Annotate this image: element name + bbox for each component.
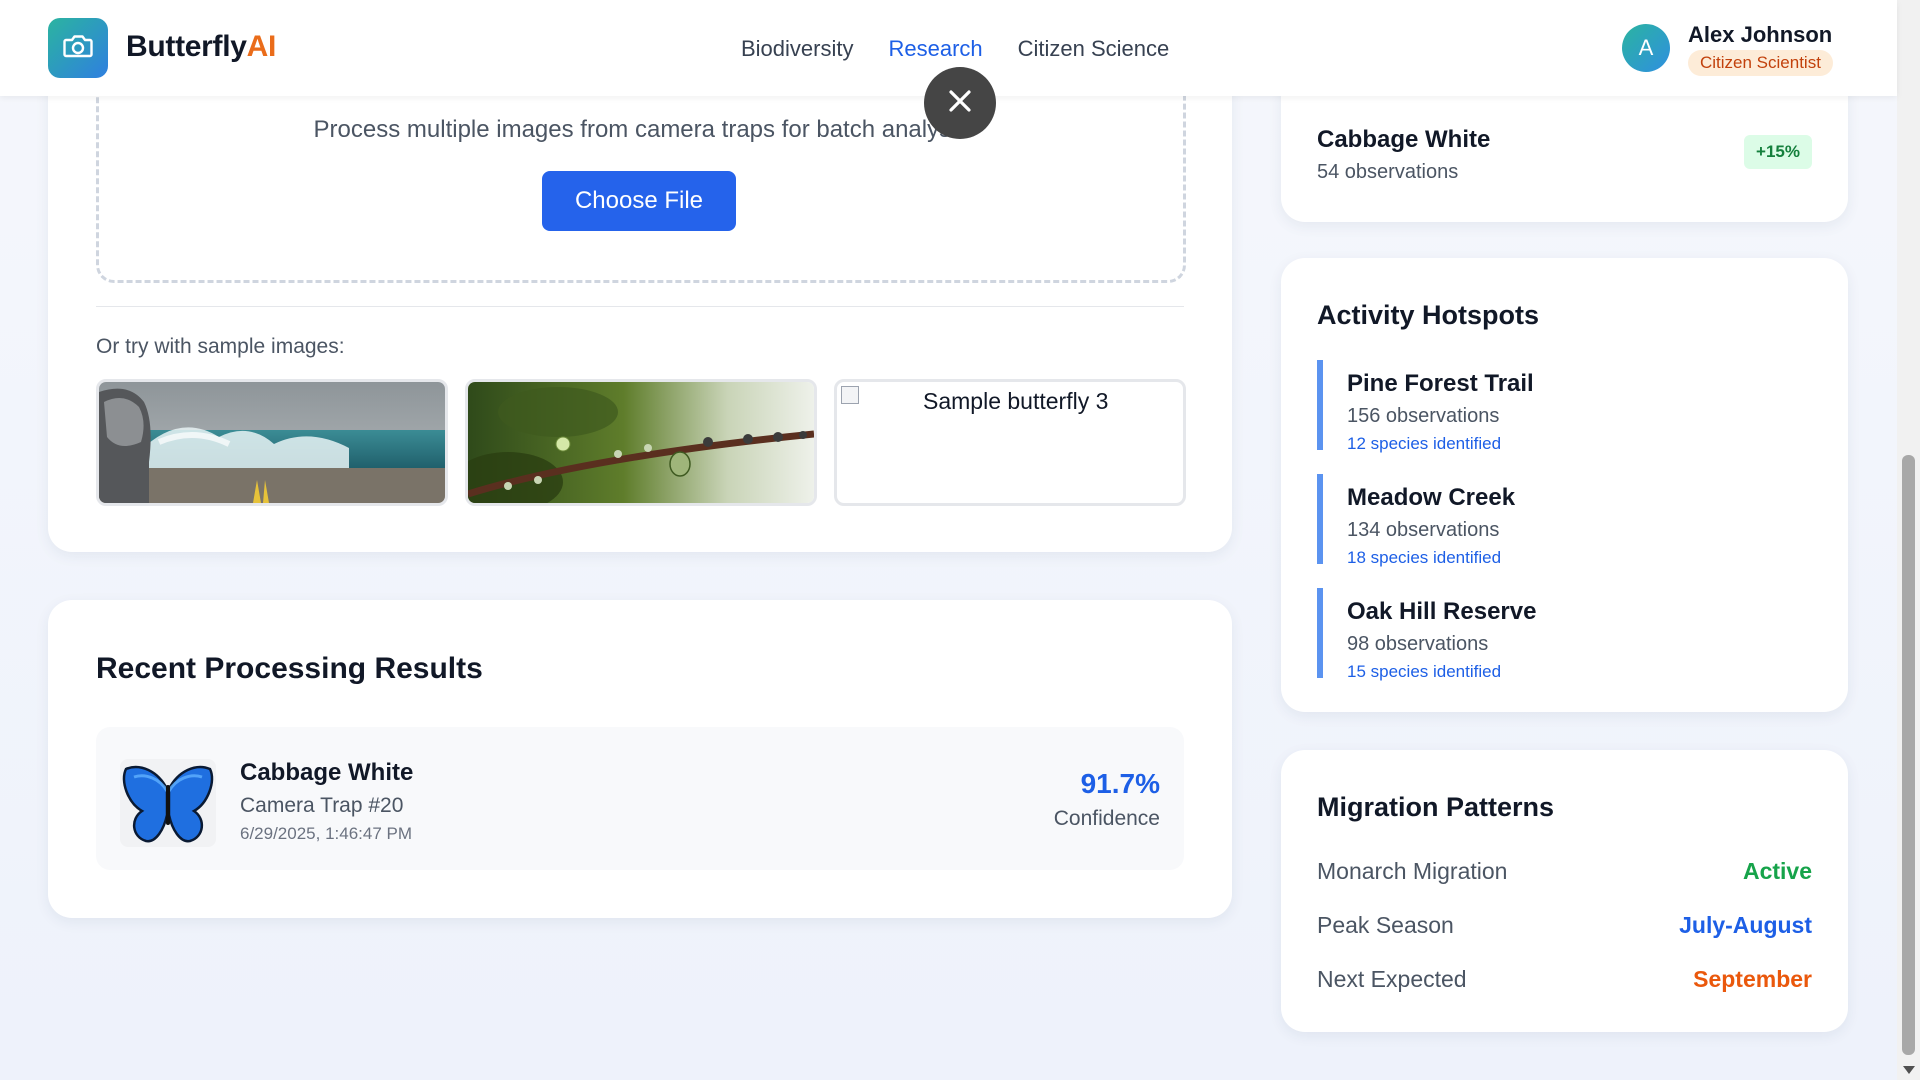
trend-badge: +15% — [1744, 135, 1812, 169]
brand-name: ButterflyAI — [126, 30, 276, 64]
result-item[interactable]: Cabbage White Camera Trap #20 6/29/2025,… — [96, 727, 1184, 870]
result-confidence-value: 91.7% — [1080, 768, 1160, 799]
nav-citizen-science[interactable]: Citizen Science — [1018, 36, 1170, 62]
sample-image-3[interactable]: Sample butterfly 3 — [834, 379, 1186, 506]
section-title: Activity Hotspots — [1317, 300, 1540, 330]
migration-value: September — [1693, 966, 1812, 992]
sample-water-droplet-branch-image — [468, 382, 814, 503]
sample-image-1[interactable] — [96, 379, 448, 506]
sample-image-2[interactable] — [465, 379, 817, 506]
hotspot-name: Pine Forest Trail — [1347, 370, 1534, 397]
sample-images-label: Or try with sample images: — [96, 335, 345, 358]
user-name: Alex Johnson — [1688, 22, 1833, 47]
hotspot-species-count: 18 species identified — [1347, 548, 1502, 567]
hotspot-item[interactable]: Pine Forest Trail 156 observations 12 sp… — [1317, 360, 1813, 453]
close-icon — [947, 88, 973, 119]
migration-label: Peak Season — [1317, 912, 1454, 938]
hotspot-name: Meadow Creek — [1347, 484, 1516, 511]
scroll-down-arrow-icon[interactable] — [1903, 1066, 1915, 1074]
nav-biodiversity[interactable]: Biodiversity — [741, 36, 853, 62]
species-name: Cabbage White — [1317, 126, 1491, 153]
species-observations: 54 observations — [1317, 161, 1459, 183]
hotspot-name: Oak Hill Reserve — [1347, 598, 1537, 625]
migration-value: July-August — [1679, 912, 1812, 938]
hotspot-item[interactable]: Oak Hill Reserve 98 observations 15 spec… — [1317, 588, 1813, 681]
brand-main: Butterfly — [126, 30, 247, 63]
activity-hotspots-card: Activity Hotspots Pine Forest Trail 156 … — [1281, 258, 1848, 712]
logo[interactable] — [48, 18, 108, 78]
butterfly-image — [122, 765, 214, 843]
migration-label: Next Expected — [1317, 966, 1467, 992]
nav-research[interactable]: Research — [888, 36, 982, 62]
result-timestamp: 6/29/2025, 1:46:47 PM — [240, 824, 413, 843]
section-title: Recent Processing Results — [96, 652, 483, 685]
main-nav: Biodiversity Research Citizen Science — [741, 36, 1169, 62]
result-species-name: Cabbage White — [240, 759, 414, 786]
hotspot-observations: 98 observations — [1347, 633, 1489, 655]
result-confidence-label: Confidence — [1053, 807, 1160, 830]
sample-image-alt-text: Sample butterfly 3 — [923, 388, 1109, 414]
result-thumbnail — [120, 759, 216, 847]
migration-row: Peak Season July-August — [1317, 912, 1812, 944]
recent-results-card: Recent Processing Results Cabbage White … — [48, 600, 1232, 918]
user-role-badge: Citizen Scientist — [1688, 50, 1833, 76]
migration-value: Active — [1742, 858, 1812, 884]
broken-image-icon — [841, 386, 859, 404]
migration-row: Monarch Migration Active — [1317, 858, 1812, 890]
scrollbar-thumb[interactable] — [1902, 455, 1915, 1055]
vertical-scrollbar[interactable] — [1897, 0, 1920, 1080]
upload-description: Process multiple images from camera trap… — [313, 116, 969, 143]
brand-accent: AI — [246, 30, 277, 63]
hotspot-species-count: 15 species identified — [1347, 662, 1502, 681]
choose-file-button[interactable]: Choose File — [542, 171, 736, 231]
avatar[interactable]: A — [1622, 24, 1670, 72]
upload-card: Process multiple images from camera trap… — [48, 40, 1232, 552]
divider — [96, 306, 1184, 307]
hotspot-species-count: 12 species identified — [1347, 434, 1502, 453]
close-button[interactable] — [924, 67, 996, 139]
hotspot-observations: 134 observations — [1347, 519, 1500, 541]
section-title: Migration Patterns — [1317, 792, 1555, 822]
sample-ocean-wave-image — [99, 382, 445, 503]
migration-label: Monarch Migration — [1317, 858, 1508, 884]
hotspot-item[interactable]: Meadow Creek 134 observations 18 species… — [1317, 474, 1813, 567]
hotspot-observations: 156 observations — [1347, 405, 1500, 427]
migration-row: Next Expected September — [1317, 966, 1812, 998]
camera-icon — [63, 33, 93, 64]
migration-patterns-card: Migration Patterns Monarch Migration Act… — [1281, 750, 1848, 1032]
result-source: Camera Trap #20 — [240, 794, 404, 817]
